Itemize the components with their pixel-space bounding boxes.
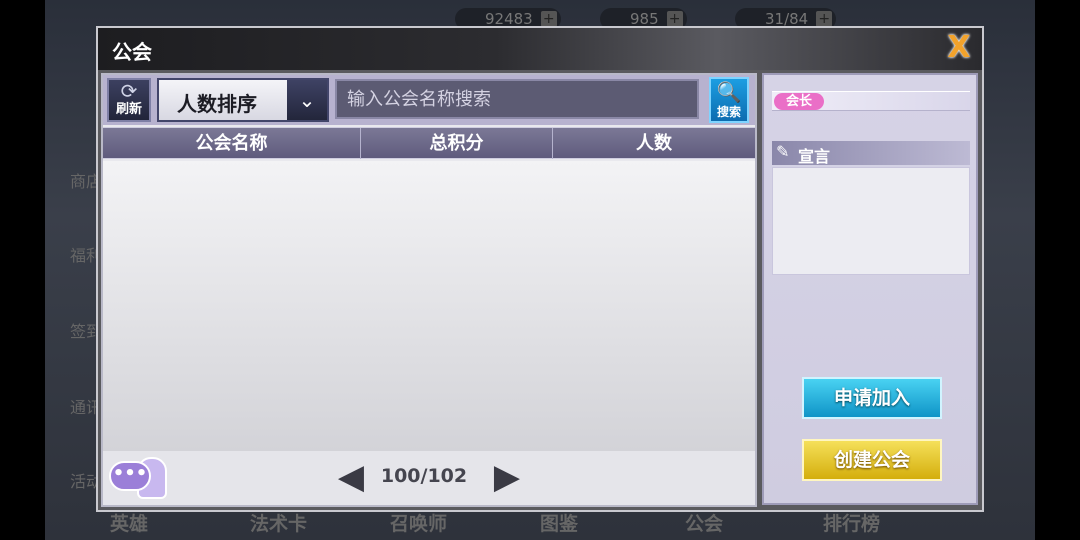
guild-search-input[interactable] xyxy=(335,79,699,119)
sort-dropdown[interactable]: 人数排序 ⌄ xyxy=(157,78,329,122)
guild-list-panel: ⟳ 刷新 人数排序 ⌄ 🔍 搜索 公会名称 总积分 人数 xyxy=(101,73,757,507)
guild-list[interactable] xyxy=(103,161,755,451)
declaration-header: ✎ 宣言 xyxy=(772,141,970,166)
list-footer: ••• ◀ 100/102 ▶ xyxy=(103,451,755,505)
leader-row: 会长 xyxy=(772,91,970,111)
dialog-title: 公会 xyxy=(112,40,152,64)
sort-label: 人数排序 xyxy=(177,92,257,116)
tab-heroes[interactable]: 英雄 xyxy=(110,508,148,540)
column-guild-name[interactable]: 公会名称 xyxy=(103,128,361,159)
chat-button[interactable]: ••• xyxy=(109,457,167,501)
leader-badge: 会长 xyxy=(774,93,825,110)
feather-icon: ✎ xyxy=(776,142,790,161)
search-button[interactable]: 🔍 搜索 xyxy=(709,77,749,123)
column-member-count[interactable]: 人数 xyxy=(553,128,755,159)
refresh-label: 刷新 xyxy=(115,102,142,117)
add-gold-button[interactable]: + xyxy=(540,11,557,27)
chat-icon: ••• xyxy=(109,461,151,491)
add-gem-button[interactable]: + xyxy=(666,11,683,27)
add-stamina-button[interactable]: + xyxy=(816,11,833,27)
column-total-score[interactable]: 总积分 xyxy=(361,128,553,159)
search-icon: 🔍 xyxy=(716,80,742,104)
tab-guild[interactable]: 公会 xyxy=(685,508,723,540)
apply-join-button[interactable]: 申请加入 xyxy=(802,377,942,419)
guild-dialog: 公会 X ⟳ 刷新 人数排序 ⌄ 🔍 搜索 公会名称 xyxy=(96,26,984,512)
page-indicator: 100/102 xyxy=(380,465,468,487)
game-screen: 92483 + 985 + 31/84 + 商店 福利 签到 通讯 活动 英雄 法术卡… xyxy=(0,0,1080,540)
declaration-title: 宣言 xyxy=(798,147,831,166)
next-page-button[interactable]: ▶ xyxy=(483,457,531,497)
close-button[interactable]: X xyxy=(944,33,974,63)
search-label: 搜索 xyxy=(716,105,741,119)
refresh-button[interactable]: ⟳ 刷新 xyxy=(107,78,151,122)
guild-toolbar: ⟳ 刷新 人数排序 ⌄ 🔍 搜索 xyxy=(103,75,755,125)
refresh-icon: ⟳ xyxy=(120,79,138,103)
tab-spell-cards[interactable]: 法术卡 xyxy=(250,508,307,540)
tab-leaderboard[interactable]: 排行榜 xyxy=(823,508,880,540)
guild-info-panel: 会长 ✎ 宣言 申请加入 创建公会 xyxy=(762,73,978,505)
create-guild-button[interactable]: 创建公会 xyxy=(802,439,942,481)
prev-page-button[interactable]: ◀ xyxy=(327,457,375,497)
declaration-text xyxy=(772,167,970,275)
dialog-header: 公会 X xyxy=(98,28,982,70)
tab-summoner[interactable]: 召唤师 xyxy=(390,508,447,540)
chevron-down-icon[interactable]: ⌄ xyxy=(287,80,327,120)
table-header: 公会名称 总积分 人数 xyxy=(103,127,755,159)
tab-codex[interactable]: 图鉴 xyxy=(540,508,578,540)
